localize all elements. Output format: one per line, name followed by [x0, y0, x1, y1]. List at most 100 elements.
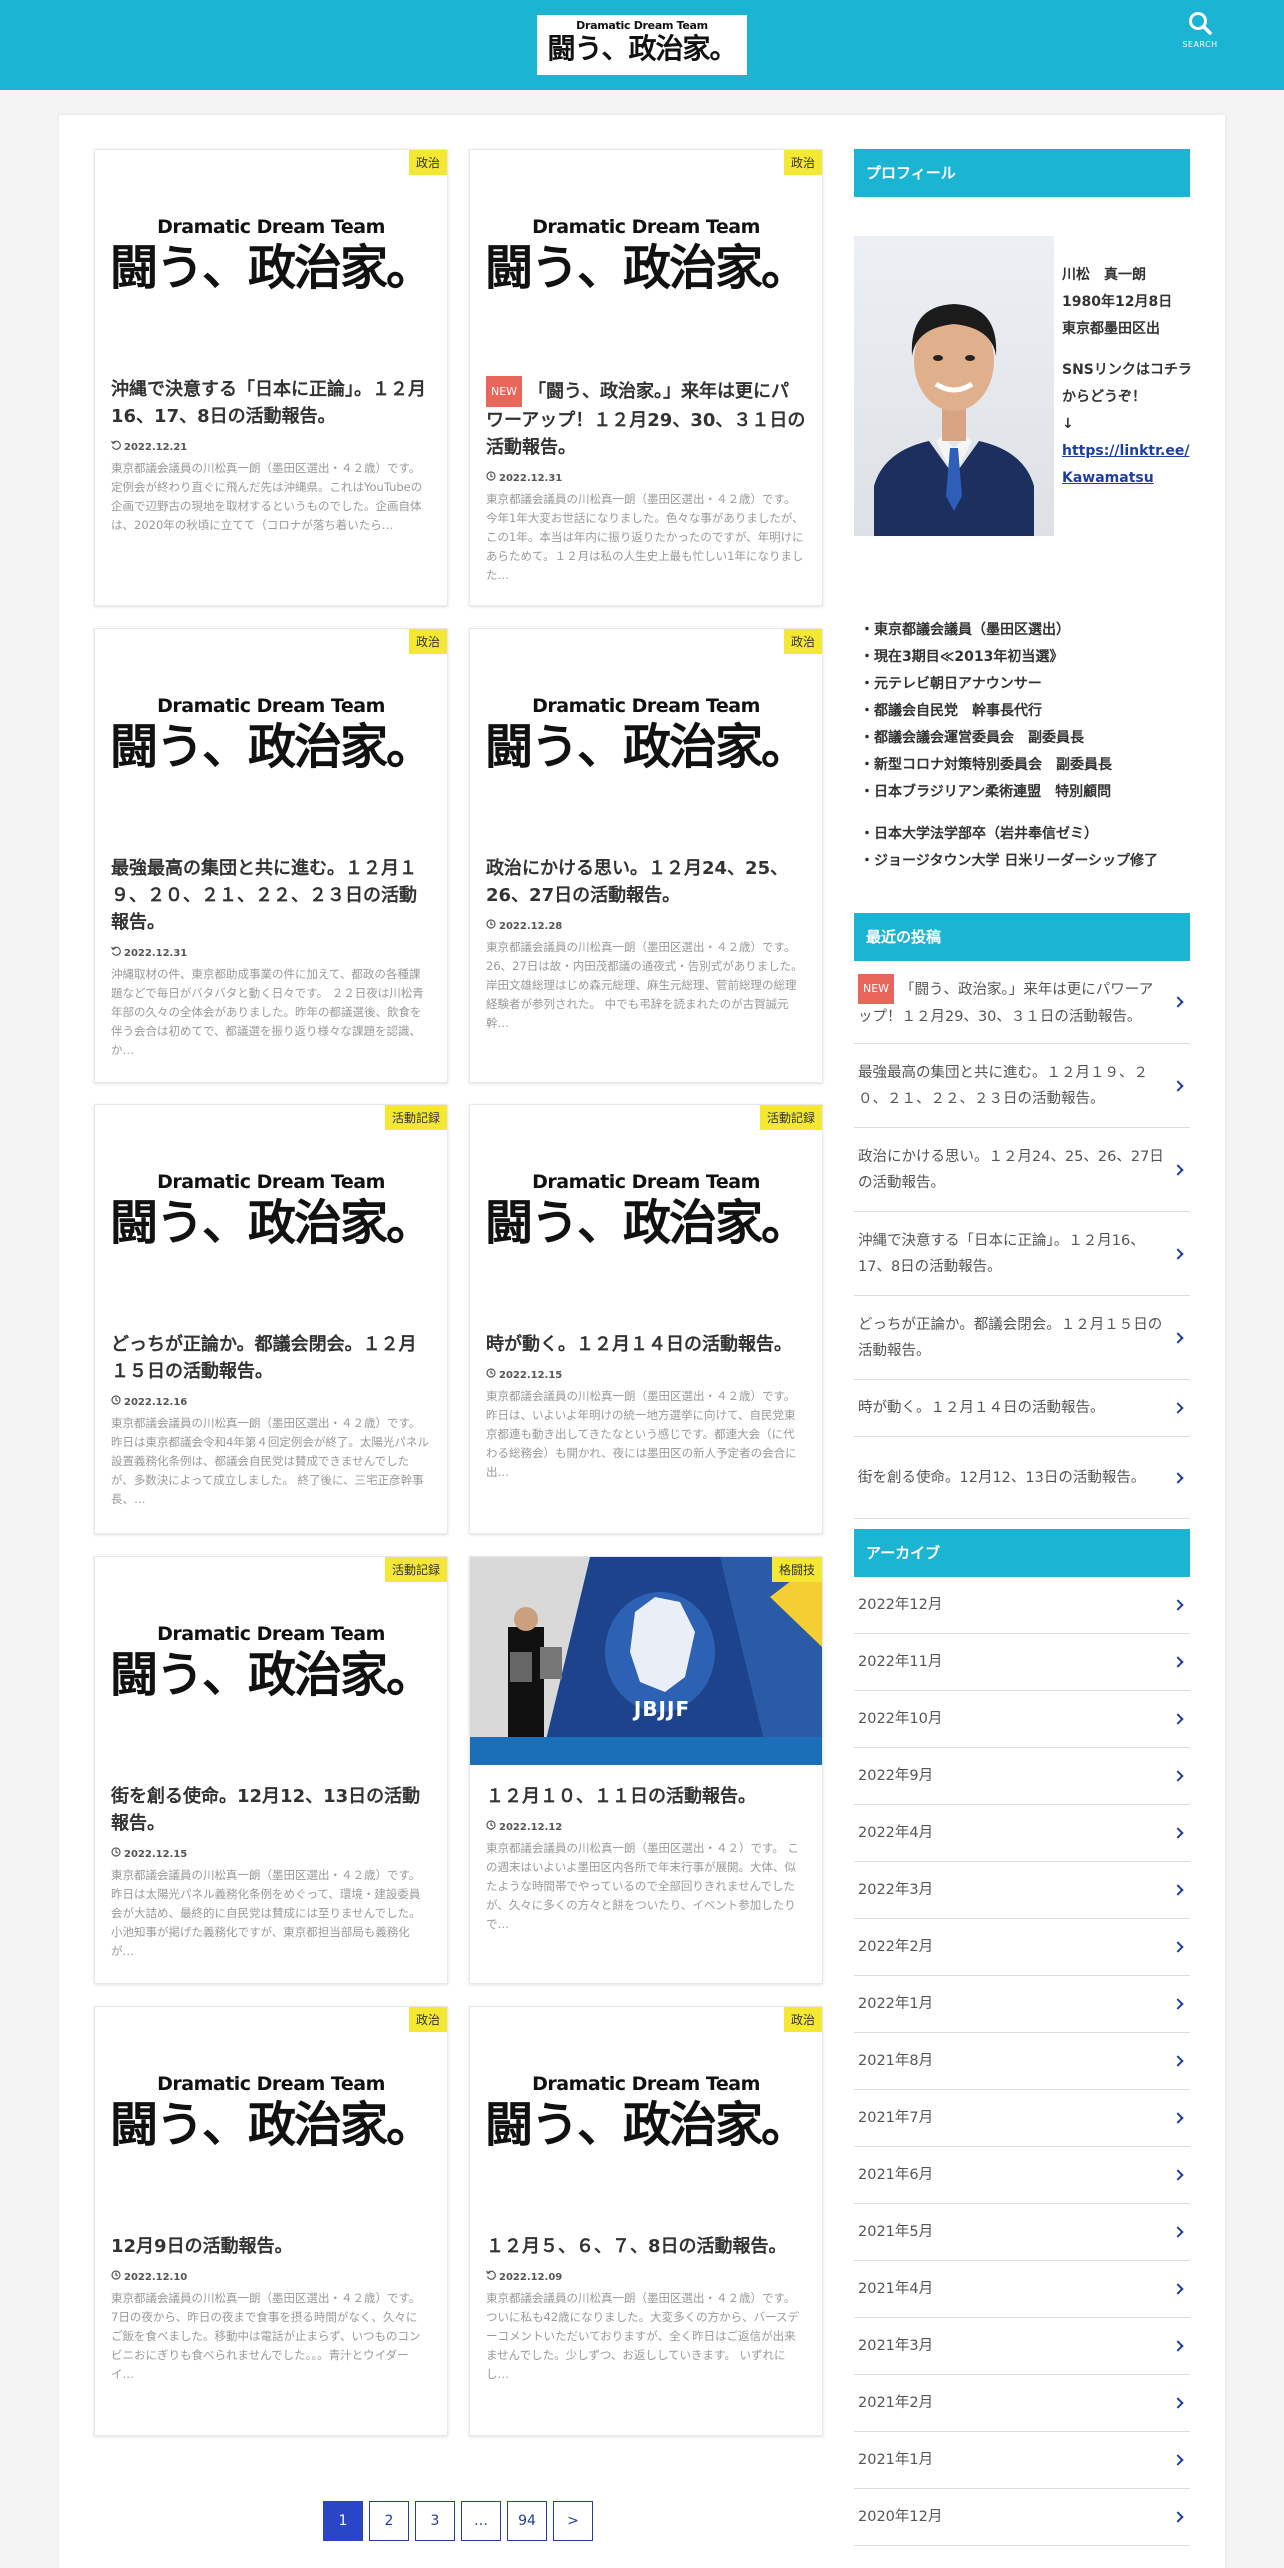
post-thumbnail[interactable]: Dramatic Dream Team 闘う、政治家。 政治: [470, 2007, 822, 2215]
post-card[interactable]: Dramatic Dream Team 闘う、政治家。 政治政治にかける思い。１２月…: [469, 628, 823, 1083]
recent-post-text[interactable]: 最強最高の集団と共に進む。１２月１９、２０、２１、２２、２３日の活動報告。: [858, 1060, 1164, 1112]
archive-item[interactable]: 2022年3月: [854, 1862, 1190, 1919]
recent-post-title[interactable]: 街を創る使命。12月12、13日の活動報告。: [858, 1470, 1145, 1486]
post-title[interactable]: 最強最高の集団と共に進む。１２月１９、２０、２１、２２、２３日の活動報告。: [111, 855, 431, 936]
post-title-text[interactable]: １２月５、６、７、8日の活動報告。: [486, 2236, 787, 2257]
post-card[interactable]: Dramatic Dream Team 闘う、政治家。 活動記録街を創る使命。12月…: [94, 1556, 448, 1984]
archive-item[interactable]: 2022年9月: [854, 1748, 1190, 1805]
archive-item[interactable]: 2021年1月: [854, 2432, 1190, 2489]
category-badge[interactable]: 活動記録: [384, 1105, 447, 1130]
recent-post-title[interactable]: 沖縄で決意する「日本に正論」。１２月16、17、8日の活動報告。: [858, 1233, 1145, 1275]
category-badge[interactable]: 政治: [783, 2007, 822, 2032]
post-thumbnail[interactable]: Dramatic Dream Team 闘う、政治家。 政治: [470, 150, 822, 358]
post-thumbnail[interactable]: Dramatic Dream Team 闘う、政治家。 活動記録: [470, 1105, 822, 1313]
archive-label[interactable]: 2021年3月: [858, 2338, 933, 2354]
site-logo[interactable]: Dramatic Dream Team 闘う、政治家。: [537, 15, 747, 75]
search-button[interactable]: SEARCH: [1176, 10, 1224, 60]
archive-item[interactable]: 2022年11月: [854, 1634, 1190, 1691]
page-link-6[interactable]: >: [553, 2501, 593, 2541]
post-title[interactable]: どっちが正論か。都議会閉会。１２月１５日の活動報告。: [111, 1331, 431, 1385]
recent-post-item[interactable]: 沖縄で決意する「日本に正論」。１２月16、17、8日の活動報告。: [854, 1212, 1190, 1296]
archive-label[interactable]: 2021年6月: [858, 2167, 933, 2183]
archive-label[interactable]: 2021年4月: [858, 2281, 933, 2297]
post-title-text[interactable]: 街を創る使命。12月12、13日の活動報告。: [111, 1786, 420, 1834]
post-title[interactable]: 政治にかける思い。１２月24、25、26、27日の活動報告。: [486, 855, 806, 909]
recent-post-text[interactable]: 街を創る使命。12月12、13日の活動報告。: [858, 1465, 1145, 1491]
category-badge[interactable]: 格闘技: [771, 1557, 822, 1582]
post-card[interactable]: JBJJF 格闘技 １２月１０、１１日の活動報告。 2022.12.12 東京都議会議員…: [469, 1556, 823, 1984]
archive-label[interactable]: 2022年1月: [858, 1996, 933, 2012]
post-thumbnail[interactable]: JBJJF 格闘技: [470, 1557, 822, 1765]
post-thumbnail[interactable]: Dramatic Dream Team 闘う、政治家。 政治: [95, 150, 447, 358]
recent-post-title[interactable]: 「闘う、政治家。」来年は更にパワーアップ！１２月29、30、３１日の活動報告。: [858, 982, 1153, 1025]
post-thumbnail[interactable]: Dramatic Dream Team 闘う、政治家。 政治: [470, 629, 822, 837]
archive-item[interactable]: 2020年12月: [854, 2489, 1190, 2546]
post-thumbnail[interactable]: Dramatic Dream Team 闘う、政治家。 活動記録: [95, 1105, 447, 1313]
archive-label[interactable]: 2020年12月: [858, 2509, 942, 2525]
recent-post-item[interactable]: 政治にかける思い。１２月24、25、26、27日の活動報告。: [854, 1128, 1190, 1212]
archive-item[interactable]: 2022年1月: [854, 1976, 1190, 2033]
archive-label[interactable]: 2021年7月: [858, 2110, 933, 2126]
archive-item[interactable]: 2021年3月: [854, 2318, 1190, 2375]
archive-item[interactable]: 2021年4月: [854, 2261, 1190, 2318]
archive-label[interactable]: 2021年5月: [858, 2224, 933, 2240]
post-card[interactable]: Dramatic Dream Team 闘う、政治家。 政治 １２月５、６、７、8日の…: [469, 2006, 823, 2436]
recent-post-title[interactable]: 最強最高の集団と共に進む。１２月１９、２０、２１、２２、２３日の活動報告。: [858, 1065, 1148, 1107]
post-title[interactable]: 沖縄で決意する「日本に正論」。１２月16、17、8日の活動報告。: [111, 376, 431, 430]
recent-post-item[interactable]: NEW 「闘う、政治家。」来年は更にパワーアップ！１２月29、30、３１日の活動報…: [854, 961, 1190, 1044]
post-title-text[interactable]: 最強最高の集団と共に進む。１２月１９、２０、２１、２２、２３日の活動報告。: [111, 858, 417, 933]
recent-post-title[interactable]: どっちが正論か。都議会閉会。１２月１５日の活動報告。: [858, 1317, 1162, 1359]
post-title[interactable]: 12月9日の活動報告。: [111, 2233, 431, 2260]
post-title-text[interactable]: 12月9日の活動報告。: [111, 2236, 293, 2257]
category-badge[interactable]: 活動記録: [384, 1557, 447, 1582]
archive-label[interactable]: 2021年1月: [858, 2452, 933, 2468]
post-card[interactable]: Dramatic Dream Team 闘う、政治家。 政治 12月9日の活動報告。 2…: [94, 2006, 448, 2436]
archive-label[interactable]: 2022年11月: [858, 1654, 942, 1670]
archive-label[interactable]: 2022年9月: [858, 1768, 933, 1784]
archive-label[interactable]: 2022年3月: [858, 1882, 933, 1898]
post-thumbnail[interactable]: Dramatic Dream Team 闘う、政治家。 政治: [95, 629, 447, 837]
archive-label[interactable]: 2022年12月: [858, 1597, 942, 1613]
page-link-5[interactable]: 94: [507, 2501, 547, 2541]
post-card[interactable]: Dramatic Dream Team 闘う、政治家。 政治最強最高の集団と共に進む…: [94, 628, 448, 1083]
archive-item[interactable]: 2021年8月: [854, 2033, 1190, 2090]
archive-item[interactable]: 2021年5月: [854, 2204, 1190, 2261]
archive-item[interactable]: 2022年4月: [854, 1805, 1190, 1862]
post-title[interactable]: 時が動く。１２月１４日の活動報告。: [486, 1331, 806, 1358]
category-badge[interactable]: 政治: [408, 629, 447, 654]
post-card[interactable]: Dramatic Dream Team 闘う、政治家。 活動記録どっちが正論か。都議…: [94, 1104, 448, 1534]
category-badge[interactable]: 政治: [783, 629, 822, 654]
post-card[interactable]: Dramatic Dream Team 闘う、政治家。 活動記録時が動く。１２月１４…: [469, 1104, 823, 1534]
archive-item[interactable]: 2022年12月: [854, 1577, 1190, 1634]
category-badge[interactable]: 政治: [783, 150, 822, 175]
recent-post-item[interactable]: 時が動く。１２月１４日の活動報告。: [854, 1380, 1190, 1437]
category-badge[interactable]: 政治: [408, 2007, 447, 2032]
recent-post-item[interactable]: 最強最高の集団と共に進む。１２月１９、２０、２１、２２、２３日の活動報告。: [854, 1044, 1190, 1128]
post-title[interactable]: １２月５、６、７、8日の活動報告。: [486, 2233, 806, 2260]
profile-link[interactable]: https://linktr.ee/Kawamatsu: [1062, 443, 1189, 486]
post-title-text[interactable]: 「闘う、政治家。」来年は更にパワーアップ！１２月29、30、３１日の活動報告。: [486, 381, 805, 458]
post-title-text[interactable]: １２月１０、１１日の活動報告。: [486, 1786, 756, 1807]
post-thumbnail[interactable]: Dramatic Dream Team 闘う、政治家。 活動記録: [95, 1557, 447, 1765]
archive-item[interactable]: 2022年2月: [854, 1919, 1190, 1976]
archive-item[interactable]: 2021年7月: [854, 2090, 1190, 2147]
archive-label[interactable]: 2021年2月: [858, 2395, 933, 2411]
archive-item[interactable]: 2021年2月: [854, 2375, 1190, 2432]
category-badge[interactable]: 政治: [408, 150, 447, 175]
recent-post-text[interactable]: NEW 「闘う、政治家。」来年は更にパワーアップ！１２月29、30、３１日の活動報…: [858, 974, 1164, 1030]
archive-item[interactable]: 2021年6月: [854, 2147, 1190, 2204]
post-title-text[interactable]: 沖縄で決意する「日本に正論」。１２月16、17、8日の活動報告。: [111, 379, 426, 427]
post-thumbnail[interactable]: Dramatic Dream Team 闘う、政治家。 政治: [95, 2007, 447, 2215]
category-badge[interactable]: 活動記録: [759, 1105, 822, 1130]
archive-item[interactable]: 2022年10月: [854, 1691, 1190, 1748]
recent-post-item[interactable]: どっちが正論か。都議会閉会。１２月１５日の活動報告。: [854, 1296, 1190, 1380]
recent-post-text[interactable]: 時が動く。１２月１４日の活動報告。: [858, 1395, 1105, 1421]
recent-post-text[interactable]: 沖縄で決意する「日本に正論」。１２月16、17、8日の活動報告。: [858, 1228, 1164, 1280]
page-link-4[interactable]: …: [461, 2501, 501, 2541]
post-title-text[interactable]: どっちが正論か。都議会閉会。１２月１５日の活動報告。: [111, 1334, 417, 1382]
page-link-3[interactable]: 3: [415, 2501, 455, 2541]
recent-post-text[interactable]: 政治にかける思い。１２月24、25、26、27日の活動報告。: [858, 1144, 1164, 1196]
archive-label[interactable]: 2022年2月: [858, 1939, 933, 1955]
recent-post-title[interactable]: 政治にかける思い。１２月24、25、26、27日の活動報告。: [858, 1149, 1164, 1191]
post-title[interactable]: １２月１０、１１日の活動報告。: [486, 1783, 806, 1810]
